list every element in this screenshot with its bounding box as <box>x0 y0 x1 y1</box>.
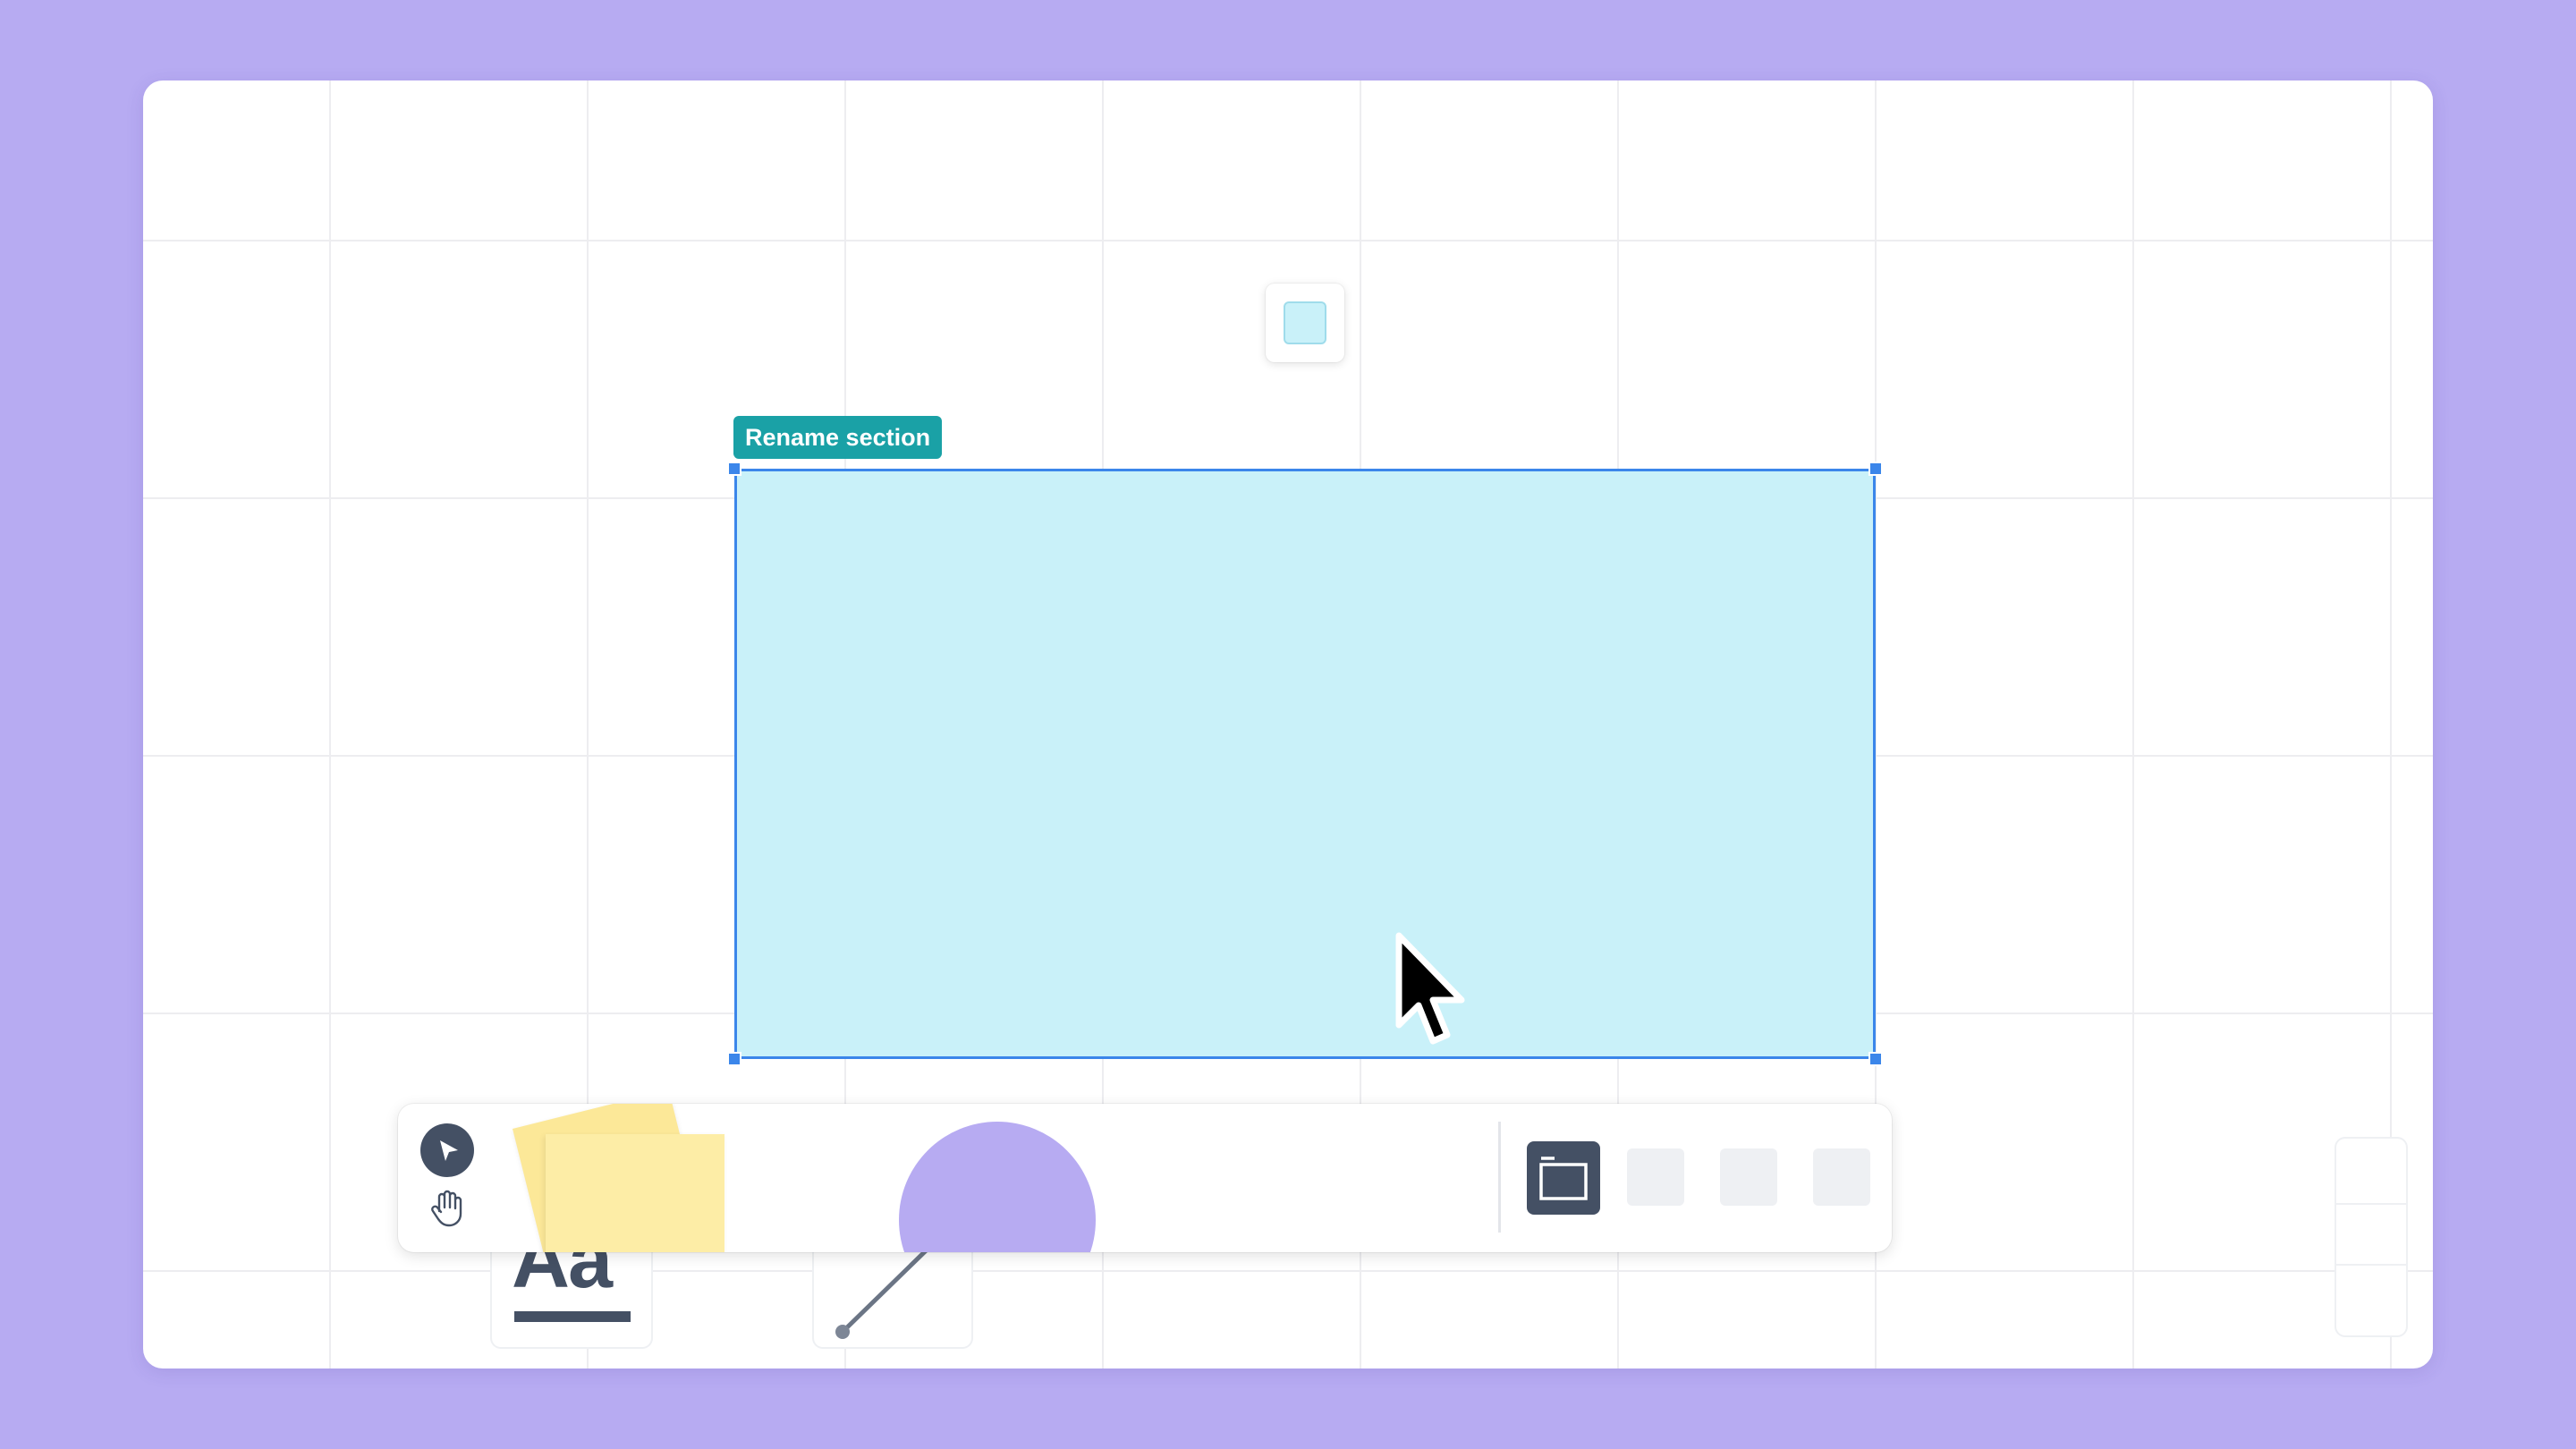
shape-tool[interactable] <box>899 1122 1096 1252</box>
cursor-arrow-icon <box>440 1140 458 1161</box>
section-tool[interactable] <box>1527 1141 1600 1215</box>
bottom-toolbar <box>398 1104 1892 1252</box>
zoom-divider <box>2336 1203 2406 1205</box>
mouse-pointer-icon <box>1395 932 1465 1045</box>
resize-handle-top-right[interactable] <box>1868 462 1883 476</box>
section-color-picker[interactable] <box>1266 284 1344 362</box>
section-frame[interactable] <box>734 469 1876 1059</box>
resize-handle-bottom-right[interactable] <box>1868 1052 1883 1066</box>
section-title-label[interactable]: Rename section <box>733 416 943 459</box>
hand-icon <box>431 1190 462 1227</box>
tool-placeholder[interactable] <box>1813 1148 1870 1206</box>
selected-color-swatch[interactable] <box>1284 301 1326 344</box>
tool-placeholder[interactable] <box>1627 1148 1684 1206</box>
frame-icon <box>1539 1157 1588 1200</box>
zoom-controls[interactable] <box>2336 1139 2406 1335</box>
select-tool[interactable] <box>420 1123 474 1177</box>
pan-tool[interactable] <box>425 1186 470 1231</box>
toolbar-divider <box>1498 1122 1501 1233</box>
resize-handle-top-left[interactable] <box>727 462 741 476</box>
sticky-note-tool[interactable] <box>546 1134 724 1252</box>
zoom-divider <box>2336 1264 2406 1266</box>
resize-handle-bottom-left[interactable] <box>727 1052 741 1066</box>
tool-placeholder[interactable] <box>1720 1148 1777 1206</box>
text-underline-icon <box>514 1311 631 1322</box>
